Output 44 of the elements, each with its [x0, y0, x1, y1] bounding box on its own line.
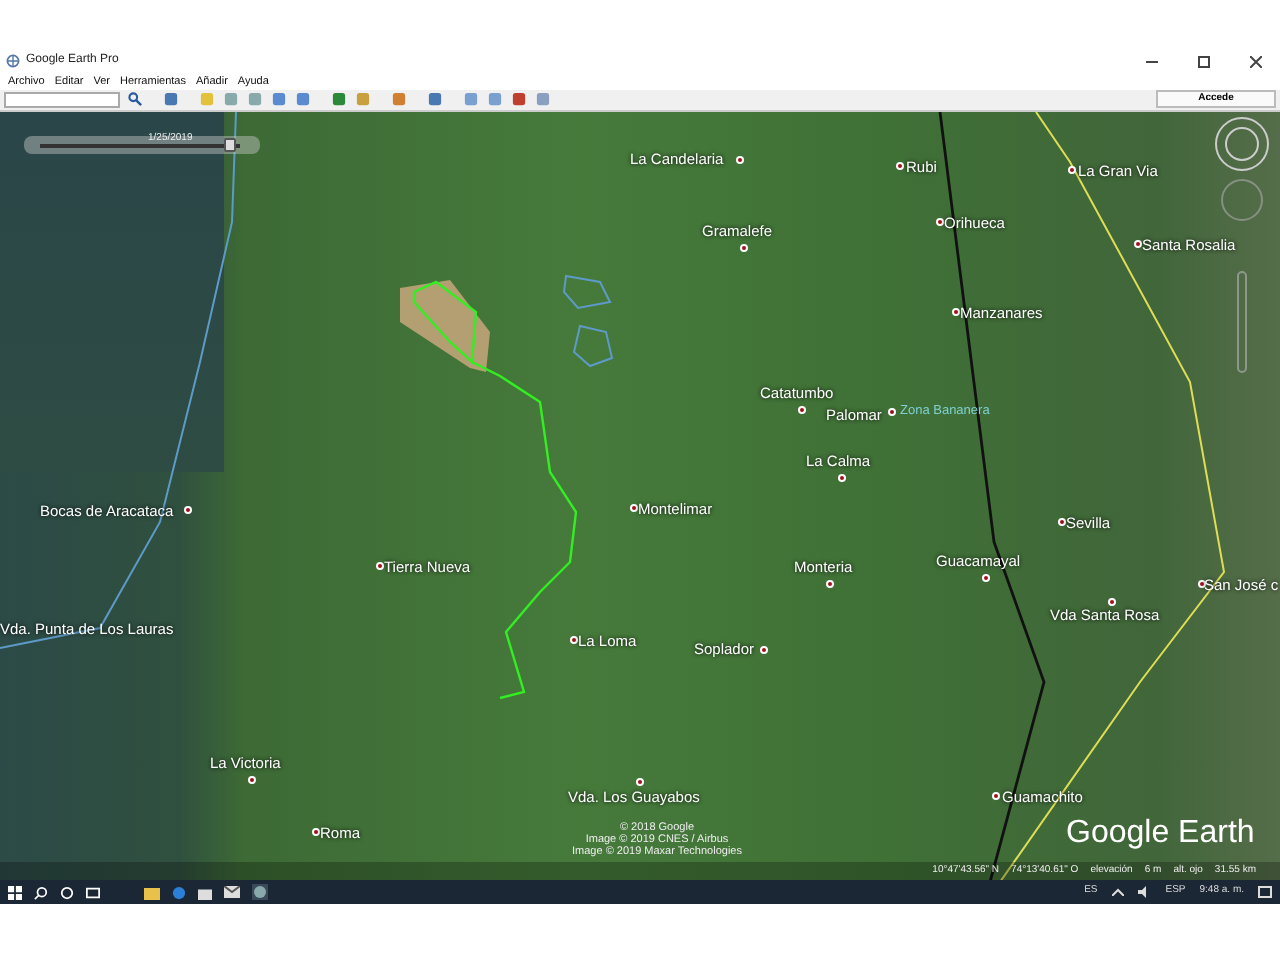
- parcel-outline: [562, 274, 612, 309]
- slider-thumb[interactable]: [224, 137, 236, 152]
- minimize-icon[interactable]: [1146, 55, 1158, 68]
- place-marker[interactable]: [760, 645, 768, 654]
- place-marker[interactable]: [570, 635, 578, 644]
- place-marker[interactable]: [1198, 579, 1206, 588]
- place-marker[interactable]: [184, 505, 192, 514]
- place-marker[interactable]: [1108, 597, 1116, 606]
- close-icon[interactable]: [1250, 55, 1262, 68]
- search-field[interactable]: [4, 91, 120, 108]
- place-marker[interactable]: [248, 775, 256, 784]
- watermark-logo: Google Earth: [1066, 813, 1255, 854]
- place-marker[interactable]: [740, 243, 748, 252]
- folder-icon[interactable]: [144, 885, 160, 899]
- search-button[interactable]: [126, 91, 144, 108]
- place-marker[interactable]: [736, 155, 744, 164]
- satellite-map[interactable]: [0, 111, 1280, 881]
- place-marker[interactable]: [636, 777, 644, 786]
- parcel-outline: [572, 324, 614, 368]
- windows-logo-icon[interactable]: [8, 885, 22, 899]
- place-marker[interactable]: [630, 503, 638, 512]
- place-marker[interactable]: [312, 827, 320, 836]
- field-area: [400, 279, 490, 372]
- place-marker[interactable]: [838, 473, 846, 482]
- place-marker[interactable]: [1058, 517, 1066, 526]
- chevron-icon[interactable]: [1111, 888, 1124, 896]
- search-icon: [128, 92, 142, 107]
- notification-icon[interactable]: [1258, 885, 1272, 899]
- place-marker[interactable]: [798, 405, 806, 414]
- place-marker[interactable]: [1068, 165, 1076, 174]
- place-marker[interactable]: [376, 561, 384, 570]
- place-marker[interactable]: [936, 217, 944, 226]
- place-marker[interactable]: [826, 579, 834, 588]
- search-icon[interactable]: [34, 885, 48, 899]
- place-marker[interactable]: [896, 161, 904, 170]
- place-marker[interactable]: [952, 307, 960, 316]
- task-view-icon[interactable]: [86, 885, 100, 899]
- maximize-icon[interactable]: [1198, 55, 1210, 68]
- circle-icon[interactable]: [60, 885, 74, 899]
- speaker-icon[interactable]: [1137, 886, 1152, 898]
- place-marker[interactable]: [982, 573, 990, 582]
- place-marker[interactable]: [888, 407, 896, 416]
- place-marker[interactable]: [1134, 239, 1142, 248]
- place-marker[interactable]: [992, 791, 1000, 800]
